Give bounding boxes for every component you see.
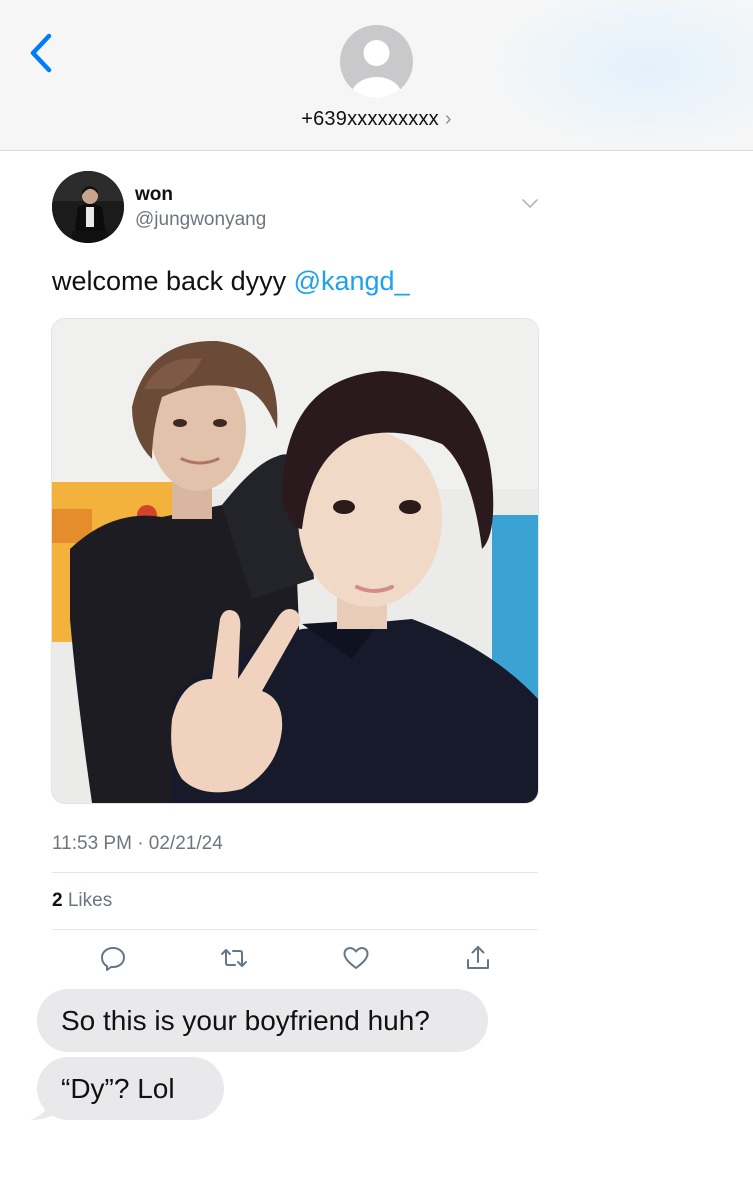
tweet-options-button[interactable] <box>520 196 540 212</box>
retweet-button[interactable] <box>220 944 248 972</box>
contact-name[interactable]: +639xxxxxxxxx › <box>0 108 753 131</box>
likes-count: 2 <box>52 890 63 911</box>
avatar-photo <box>52 171 124 243</box>
share-icon <box>467 946 489 969</box>
contact-avatar[interactable] <box>340 25 413 98</box>
bubble-tail <box>30 1096 58 1120</box>
selfie-photo <box>52 319 538 803</box>
message-text: So this is your boyfriend huh? <box>61 1004 430 1036</box>
reply-icon <box>101 947 125 971</box>
tweet-divider-top <box>52 872 538 873</box>
share-button[interactable] <box>464 944 492 972</box>
tweet-author-avatar[interactable] <box>52 171 124 243</box>
chevron-left-icon <box>30 33 52 73</box>
contact-number: +639xxxxxxxxx <box>301 108 439 130</box>
tweet-mention-link[interactable]: @kangd_ <box>294 266 410 296</box>
reply-button[interactable] <box>99 944 127 972</box>
chevron-right-icon: › <box>444 108 452 130</box>
tweet-likes[interactable]: 2 Likes <box>52 890 112 912</box>
tweet-timestamp: 11:53 PM · 02/21/24 <box>52 833 223 854</box>
tweet-divider-bottom <box>52 929 538 930</box>
conversation-header: +639xxxxxxxxx › <box>0 0 753 151</box>
message-bubble-received[interactable]: So this is your boyfriend huh? <box>37 989 488 1052</box>
person-icon <box>351 40 402 98</box>
message-text: “Dy”? Lol <box>61 1072 175 1104</box>
tweet-text: welcome back dyyy @kangd_ <box>52 266 410 297</box>
message-bubble-received[interactable]: “Dy”? Lol <box>37 1057 224 1120</box>
likes-label: Likes <box>62 890 113 911</box>
tweet-display-name[interactable]: won <box>135 184 173 206</box>
tweet-handle[interactable]: @jungwonyang <box>135 209 266 231</box>
back-button[interactable] <box>22 30 62 78</box>
tweet-text-body: welcome back dyyy <box>52 266 294 296</box>
heart-icon <box>343 947 369 969</box>
tweet-photo[interactable] <box>51 318 539 804</box>
retweet-icon <box>221 949 247 967</box>
chevron-down-icon <box>522 199 538 208</box>
like-button[interactable] <box>342 944 370 972</box>
